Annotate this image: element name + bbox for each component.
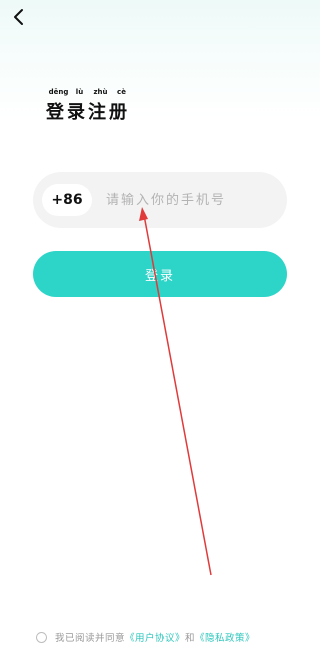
chevron-left-icon [14, 9, 23, 25]
login-button[interactable]: 登录 [33, 251, 287, 297]
agreement-row: 我已阅读并同意 《用户协议》 和 《隐私政策》 [36, 630, 255, 644]
pinyin-1: dēng [48, 88, 69, 96]
country-code-button[interactable]: +86 [42, 184, 92, 216]
pinyin-4: cè [117, 88, 126, 96]
agree-checkbox[interactable] [36, 631, 47, 643]
user-agreement-link[interactable]: 《用户协议》 [125, 630, 185, 644]
phone-field: +86 [33, 172, 287, 228]
page-title-block: dēng lù zhù cè 登录注册 [46, 88, 132, 124]
page-title: 登录注册 [46, 102, 130, 123]
privacy-policy-link[interactable]: 《隐私政策》 [195, 630, 255, 644]
title-pinyin: dēng lù zhù cè [48, 88, 132, 96]
pinyin-2: lù [75, 88, 84, 96]
back-button[interactable] [4, 2, 34, 32]
phone-input[interactable] [104, 184, 287, 216]
pinyin-3: zhù [93, 88, 108, 96]
agreement-conjunction: 和 [185, 633, 196, 644]
agreement-prefix: 我已阅读并同意 [55, 633, 126, 644]
